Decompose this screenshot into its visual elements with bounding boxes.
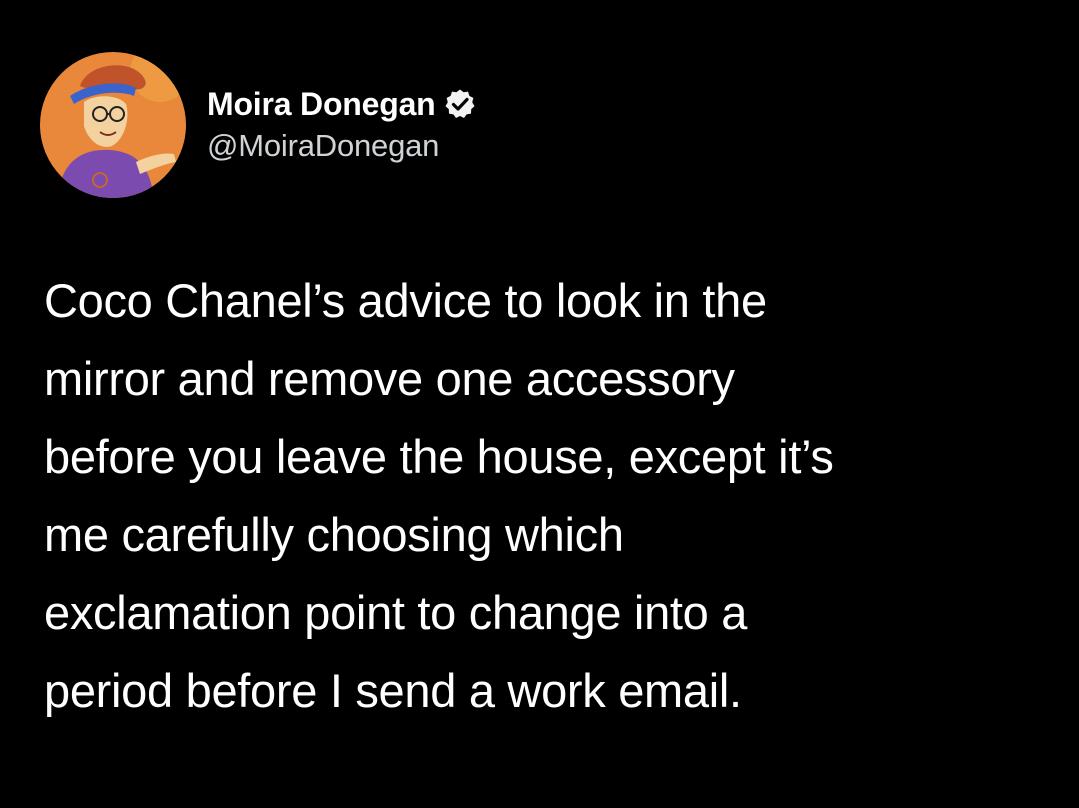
avatar[interactable] [40,52,186,198]
author-identity: Moira Donegan @MoiraDonegan [207,82,476,164]
tweet-text-line: me carefully choosing which [44,508,624,561]
tweet-card: Moira Donegan @MoiraDonegan Coco Chanel’… [0,0,1079,808]
user-handle[interactable]: @MoiraDonegan [207,128,476,164]
tweet-text-line: Coco Chanel’s advice to look in the [44,274,767,327]
tweet-header: Moira Donegan @MoiraDonegan [40,52,476,198]
verified-badge-icon [444,88,476,120]
tweet-text-line: mirror and remove one accessory [44,352,735,405]
tweet-text-line: period before I send a work email. [44,664,742,717]
tweet-text-line: before you leave the house, except it’s [44,430,834,483]
display-name[interactable]: Moira Donegan [207,86,436,123]
cartoon-avatar-icon [40,52,186,198]
tweet-text: Coco Chanel’s advice to look in the mirr… [44,262,1054,730]
name-row: Moira Donegan [207,82,476,126]
tweet-text-line: exclamation point to change into a [44,586,748,639]
